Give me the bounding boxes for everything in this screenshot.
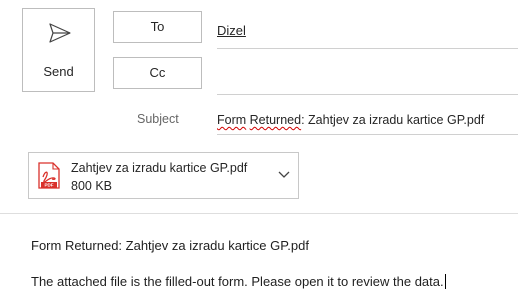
attachment-name: Zahtjev za izradu kartice GP.pdf <box>71 161 248 175</box>
subject-label: Subject <box>137 112 179 126</box>
subject-field[interactable]: Form Returned: Zahtjev za izradu kartice… <box>217 103 518 135</box>
body-line-1[interactable]: Form Returned: Zahtjev za izradu kartice… <box>31 238 309 253</box>
to-recipient[interactable]: Dizel <box>217 23 246 38</box>
svg-text:PDF: PDF <box>45 182 54 187</box>
send-label: Send <box>43 64 74 79</box>
text-caret <box>444 274 446 289</box>
cc-button[interactable]: Cc <box>113 57 202 89</box>
divider <box>0 213 518 214</box>
attachment-size: 800 KB <box>71 179 113 193</box>
subject-word-misspelled: Form <box>217 113 247 127</box>
send-button[interactable]: Send <box>22 8 95 92</box>
to-button[interactable]: To <box>113 11 202 43</box>
pdf-icon: PDF <box>38 162 60 189</box>
to-field[interactable]: Dizel <box>217 11 518 49</box>
body-line-2[interactable]: The attached file is the filled-out form… <box>31 274 446 289</box>
cc-field[interactable] <box>217 57 518 95</box>
subject-word-misspelled: Returned <box>249 113 302 127</box>
chevron-down-icon[interactable] <box>278 169 290 179</box>
send-icon <box>49 23 71 43</box>
attachment-card[interactable]: PDF Zahtjev za izradu kartice GP.pdf 800… <box>28 152 299 199</box>
subject-rest: : Zahtjev za izradu kartice GP.pdf <box>301 113 485 127</box>
subject-value: Form Returned: Zahtjev za izradu kartice… <box>217 113 484 127</box>
body-line-2-text: The attached file is the filled-out form… <box>31 274 444 289</box>
